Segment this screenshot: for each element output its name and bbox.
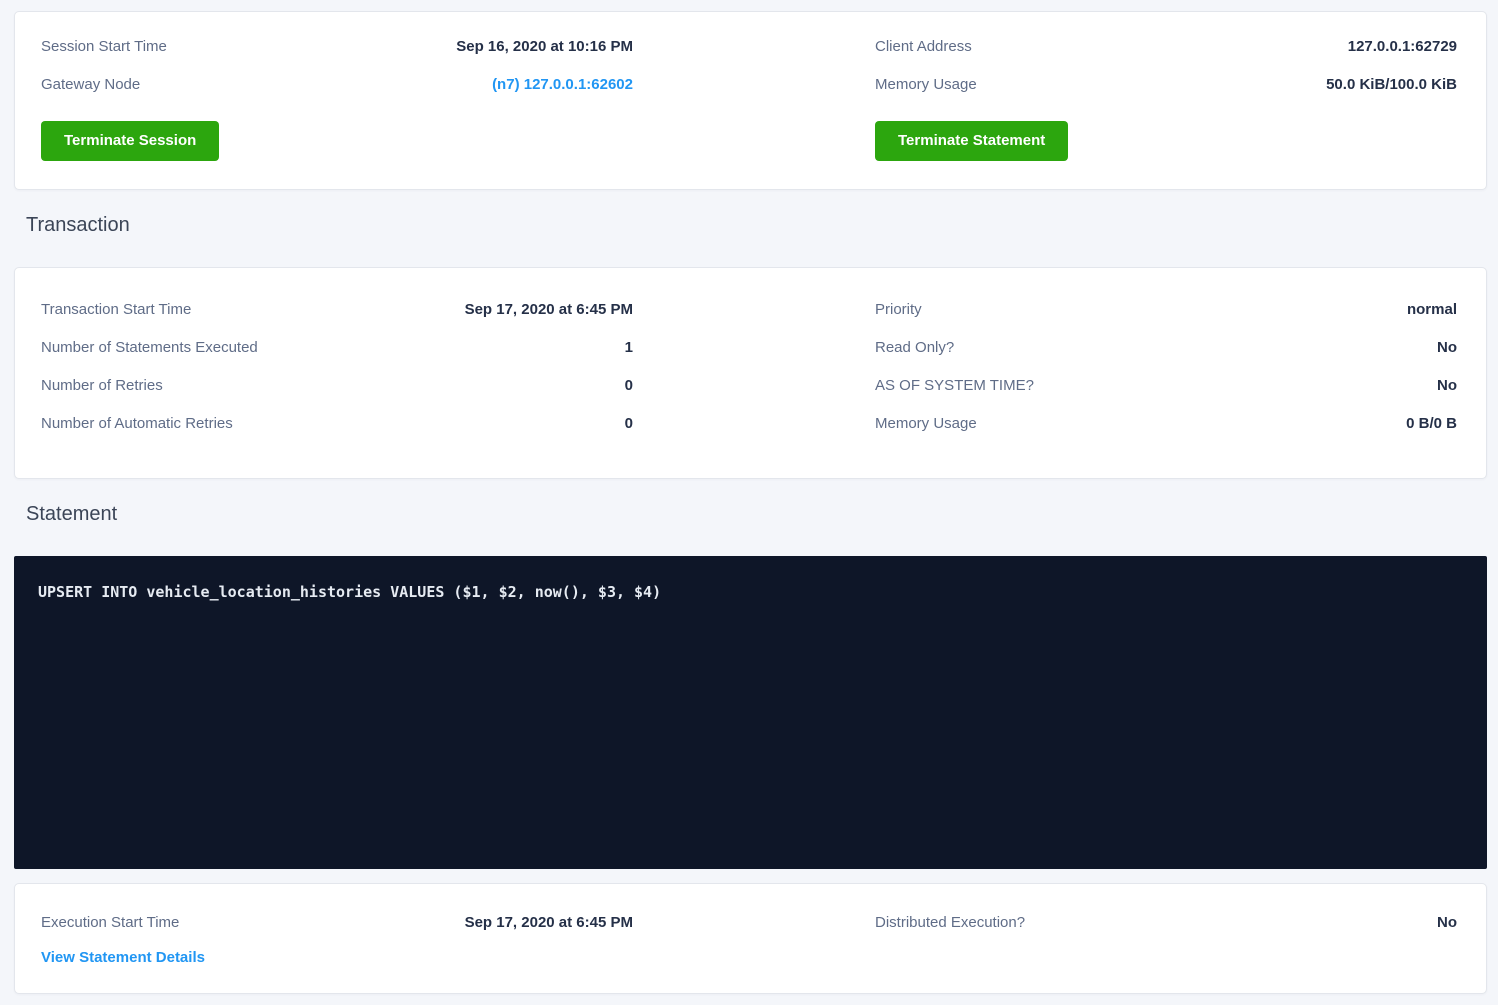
summary-row-gateway-node: Gateway Node (n7) 127.0.0.1:62602 <box>41 76 633 94</box>
statement-card-right-column: Distributed Execution? No <box>875 914 1457 967</box>
statement-heading: Statement <box>26 502 1487 526</box>
row-label: Transaction Start Time <box>41 301 191 319</box>
row-value: 50.0 KiB/100.0 KiB <box>1326 76 1457 94</box>
summary-row-session-memory-usage: Memory Usage 50.0 KiB/100.0 KiB <box>875 76 1457 94</box>
terminate-session-button[interactable]: Terminate Session <box>41 121 219 161</box>
row-label: Read Only? <box>875 339 954 357</box>
row-label: Priority <box>875 301 922 319</box>
transaction-heading: Transaction <box>26 213 1487 237</box>
summary-row-retries: Number of Retries 0 <box>41 377 633 395</box>
row-label: Number of Statements Executed <box>41 339 258 357</box>
session-card-left-column: Session Start Time Sep 16, 2020 at 10:16… <box>41 38 633 161</box>
row-value: 127.0.0.1:62729 <box>1348 38 1457 56</box>
summary-row-distributed-execution: Distributed Execution? No <box>875 914 1457 932</box>
summary-row-transaction-memory-usage: Memory Usage 0 B/0 B <box>875 415 1457 433</box>
summary-row-session-start-time: Session Start Time Sep 16, 2020 at 10:16… <box>41 38 633 56</box>
row-value: No <box>1437 339 1457 357</box>
sql-statement-box: UPSERT INTO vehicle_location_histories V… <box>14 556 1487 869</box>
terminate-statement-button[interactable]: Terminate Statement <box>875 121 1068 161</box>
summary-row-transaction-start-time: Transaction Start Time Sep 17, 2020 at 6… <box>41 301 633 319</box>
row-value: Sep 17, 2020 at 6:45 PM <box>465 301 633 319</box>
row-value: 0 <box>625 377 633 395</box>
row-label: Gateway Node <box>41 76 140 94</box>
transaction-card: Transaction Start Time Sep 17, 2020 at 6… <box>14 267 1487 479</box>
row-value: 0 B/0 B <box>1406 415 1457 433</box>
summary-row-execution-start-time: Execution Start Time Sep 17, 2020 at 6:4… <box>41 914 633 932</box>
row-value: No <box>1437 377 1457 395</box>
summary-row-client-address: Client Address 127.0.0.1:62729 <box>875 38 1457 56</box>
transaction-card-left-column: Transaction Start Time Sep 17, 2020 at 6… <box>41 301 633 453</box>
view-statement-details-link[interactable]: View Statement Details <box>41 948 205 967</box>
row-value: Sep 16, 2020 at 10:16 PM <box>456 38 633 56</box>
row-label: Distributed Execution? <box>875 914 1025 932</box>
session-summary-card: Session Start Time Sep 16, 2020 at 10:16… <box>14 11 1487 190</box>
row-value: normal <box>1407 301 1457 319</box>
row-value: 1 <box>625 339 633 357</box>
summary-row-read-only: Read Only? No <box>875 339 1457 357</box>
gateway-node-link[interactable]: (n7) 127.0.0.1:62602 <box>492 76 633 94</box>
summary-row-priority: Priority normal <box>875 301 1457 319</box>
sql-statement-text: UPSERT INTO vehicle_location_histories V… <box>38 583 661 601</box>
row-value: No <box>1437 914 1457 932</box>
session-card-right-column: Client Address 127.0.0.1:62729 Memory Us… <box>875 38 1457 161</box>
row-label: Memory Usage <box>875 415 977 433</box>
row-label: Execution Start Time <box>41 914 179 932</box>
row-label: Memory Usage <box>875 76 977 94</box>
transaction-card-right-column: Priority normal Read Only? No AS OF SYST… <box>875 301 1457 453</box>
row-label: AS OF SYSTEM TIME? <box>875 377 1034 395</box>
statement-summary-card: Execution Start Time Sep 17, 2020 at 6:4… <box>14 883 1487 994</box>
row-label: Session Start Time <box>41 38 167 56</box>
row-value: Sep 17, 2020 at 6:45 PM <box>465 914 633 932</box>
summary-row-statements-executed: Number of Statements Executed 1 <box>41 339 633 357</box>
row-label: Number of Automatic Retries <box>41 415 233 433</box>
summary-row-automatic-retries: Number of Automatic Retries 0 <box>41 415 633 433</box>
summary-row-as-of-system-time: AS OF SYSTEM TIME? No <box>875 377 1457 395</box>
row-label: Number of Retries <box>41 377 163 395</box>
row-label: Client Address <box>875 38 972 56</box>
session-details-page: Session Start Time Sep 16, 2020 at 10:16… <box>0 0 1498 994</box>
statement-card-left-column: Execution Start Time Sep 17, 2020 at 6:4… <box>41 914 633 967</box>
row-value: 0 <box>625 415 633 433</box>
